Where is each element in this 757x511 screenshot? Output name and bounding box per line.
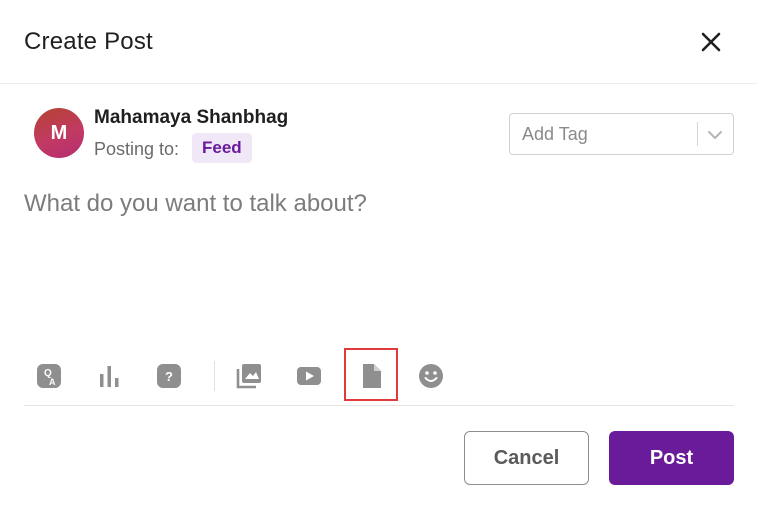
poll-icon bbox=[100, 366, 119, 387]
add-tag-select[interactable]: Add Tag bbox=[509, 113, 734, 155]
add-tag-placeholder: Add Tag bbox=[522, 124, 588, 144]
video-button[interactable] bbox=[294, 361, 324, 391]
select-separator bbox=[697, 122, 698, 146]
video-icon bbox=[297, 367, 321, 385]
emoji-icon bbox=[419, 364, 443, 388]
avatar: M bbox=[34, 108, 84, 158]
qa-icon: Q A bbox=[37, 364, 61, 388]
create-post-dialog: Create Post M Mahamaya Shanbhag Posting … bbox=[0, 0, 757, 511]
chevron-down-icon[interactable] bbox=[706, 126, 724, 144]
dialog-header: Create Post bbox=[0, 0, 757, 84]
question-icon: ? bbox=[157, 364, 181, 388]
close-icon bbox=[701, 32, 721, 52]
svg-text:?: ? bbox=[165, 369, 173, 384]
posting-destination-chip[interactable]: Feed bbox=[192, 133, 252, 163]
posting-to-label: Posting to: bbox=[94, 139, 180, 159]
post-button[interactable]: Post bbox=[609, 431, 734, 485]
image-icon bbox=[236, 364, 261, 389]
post-content-input[interactable] bbox=[24, 190, 724, 330]
image-button[interactable] bbox=[234, 361, 264, 391]
toolbar-divider bbox=[214, 361, 215, 391]
footer-divider bbox=[24, 405, 734, 406]
emoji-button[interactable] bbox=[416, 361, 446, 391]
dialog-title: Create Post bbox=[24, 28, 153, 55]
document-highlight-box bbox=[344, 348, 398, 401]
svg-text:A: A bbox=[49, 377, 56, 387]
question-button[interactable]: ? bbox=[154, 361, 184, 391]
post-toolbar: Q A ? bbox=[24, 345, 734, 405]
poll-button[interactable] bbox=[94, 361, 124, 391]
author-name: Mahamaya Shanbhag bbox=[94, 107, 289, 128]
qa-button[interactable]: Q A bbox=[34, 361, 64, 391]
close-button[interactable] bbox=[696, 27, 726, 57]
cancel-button[interactable]: Cancel bbox=[464, 431, 589, 485]
